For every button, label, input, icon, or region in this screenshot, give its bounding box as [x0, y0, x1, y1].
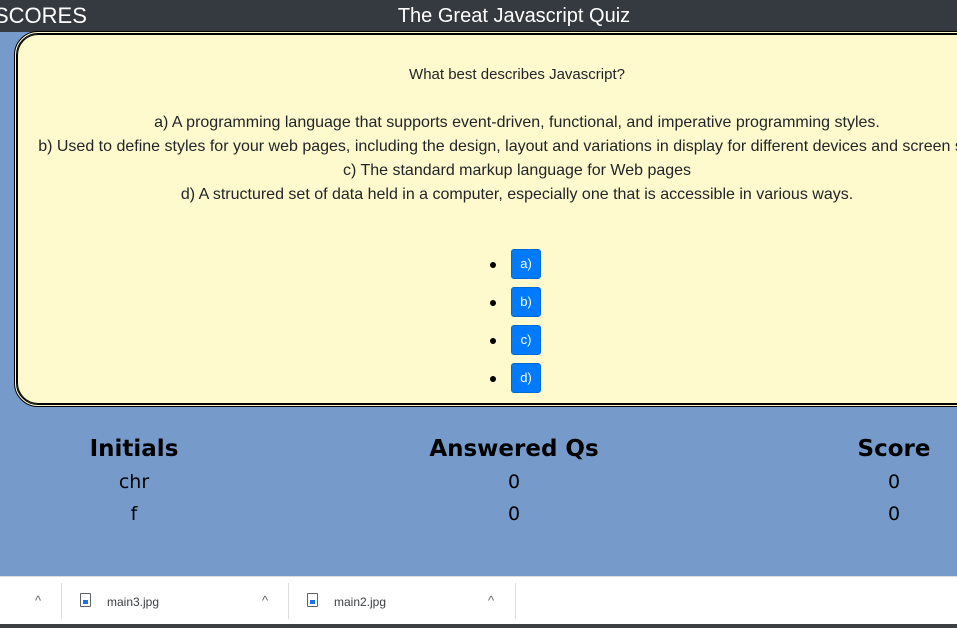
score-column: Score 0 0 [784, 432, 957, 530]
table-cell: 0 [507, 471, 521, 493]
quiz-card: What best describes Javascript? a) A pro… [14, 31, 957, 407]
answer-d-button[interactable]: d) [511, 363, 541, 393]
bullet-icon [490, 262, 496, 268]
image-file-icon [80, 593, 91, 607]
taskbar-edge [0, 624, 957, 628]
answer-a-button[interactable]: a) [511, 249, 541, 279]
initials-column: Initials chr f [24, 432, 244, 530]
chevron-up-icon[interactable]: ^ [482, 592, 500, 610]
option-d-text: d) A structured set of data held in a co… [180, 186, 854, 203]
answer-c-button[interactable]: c) [511, 325, 541, 355]
divider [61, 583, 62, 619]
bullet-icon [490, 376, 496, 382]
option-a-text: a) A programming language that supports … [154, 114, 880, 131]
divider [288, 583, 289, 619]
table-cell: 0 [887, 503, 901, 525]
download-filename: main3.jpg [107, 595, 160, 609]
table-cell: chr [118, 471, 150, 493]
initials-header: Initials [89, 436, 179, 462]
answered-column: Answered Qs 0 0 [404, 432, 624, 530]
top-navbar: SCORES The Great Javascript Quiz [0, 0, 957, 32]
table-cell: 0 [507, 503, 521, 525]
question-text: What best describes Javascript? [409, 66, 625, 83]
bullet-icon [490, 338, 496, 344]
chevron-up-icon[interactable]: ^ [256, 592, 274, 610]
answer-b-button[interactable]: b) [511, 287, 541, 317]
chevron-up-icon[interactable]: ^ [29, 592, 47, 610]
table-cell: f [130, 503, 138, 525]
option-b-text: b) Used to define styles for your web pa… [38, 138, 957, 155]
score-header: Score [857, 436, 931, 462]
answered-header: Answered Qs [429, 436, 599, 462]
bullet-icon [490, 300, 496, 306]
divider [515, 583, 516, 619]
image-file-icon [307, 593, 318, 607]
download-bar: ^ main3.jpg ^ main2.jpg ^ [0, 576, 957, 628]
option-c-text: c) The standard markup language for Web … [342, 162, 692, 179]
download-filename: main2.jpg [334, 595, 387, 609]
table-cell: 0 [887, 471, 901, 493]
page-title: The Great Javascript Quiz [397, 5, 631, 27]
